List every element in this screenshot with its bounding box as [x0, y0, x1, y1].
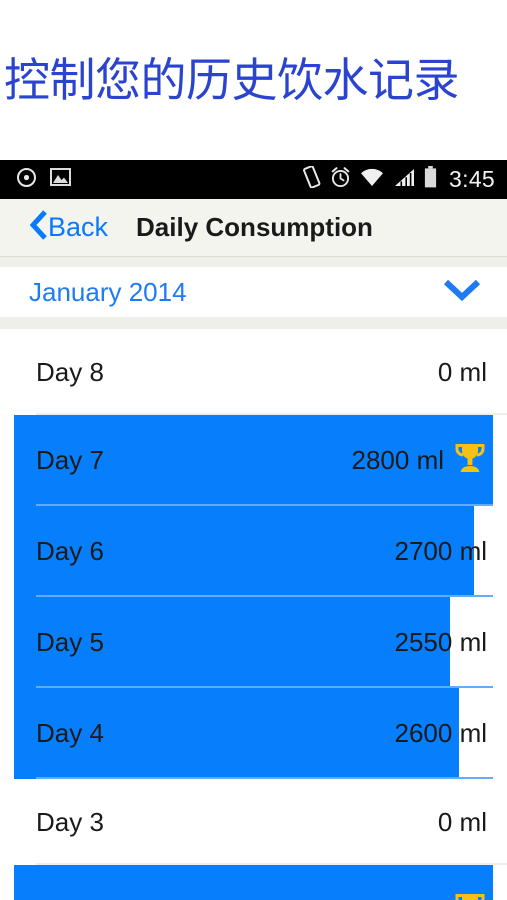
wifi-icon [360, 168, 384, 192]
day-amount: 2700 ml [394, 536, 488, 566]
status-bar: 3:45 [0, 160, 507, 199]
day-amount: 2550 ml [394, 627, 488, 657]
day-label: Day 8 [36, 356, 104, 387]
daily-consumption-list[interactable]: Day 8 0 ml Day 7 2800 ml Day 6 2700 ml Day 5 25… [0, 329, 507, 900]
day-label: Day 5 [36, 627, 104, 657]
day-label: Day 6 [36, 536, 104, 566]
day-row[interactable]: Day 2 2800 ml [0, 865, 507, 900]
month-selector[interactable]: January 2014 [0, 267, 507, 317]
day-amount: 2800 ml [352, 895, 445, 900]
chevron-left-icon [29, 210, 47, 245]
battery-icon [424, 166, 437, 193]
status-bar-clock: 3:45 [449, 166, 495, 192]
day-label: Day 3 [36, 806, 104, 837]
promo-headline-text: 控制您的历史饮水记录 [4, 53, 460, 107]
cellular-signal-icon [393, 168, 415, 192]
trophy-icon [453, 892, 487, 900]
chevron-down-icon[interactable] [443, 279, 481, 306]
vibrate-icon [302, 165, 321, 193]
promo-headline-banner: 控制您的历史饮水记录 [0, 0, 507, 160]
day-row[interactable]: Day 5 2550 ml [0, 597, 507, 688]
day-label: Day 7 [36, 445, 104, 475]
back-button-label: Back [48, 212, 109, 242]
month-selector-label: January 2014 [29, 276, 187, 307]
navigation-bar: Back Daily Consumption [0, 199, 507, 257]
day-label: Day 4 [36, 718, 104, 748]
phone-screenshot: 3:45 Back Daily Consumption January 2014… [0, 160, 507, 900]
day-amount: 0 ml [437, 356, 487, 387]
day-row[interactable]: Day 3 0 ml [0, 779, 507, 865]
photo-icon [50, 168, 71, 191]
day-row[interactable]: Day 7 2800 ml [0, 415, 507, 506]
day-amount: 2600 ml [394, 718, 488, 748]
day-row[interactable]: Day 8 0 ml [0, 329, 507, 415]
day-row[interactable]: Day 4 2600 ml [0, 688, 507, 779]
month-top-divider [0, 257, 507, 267]
record-circle-icon [16, 167, 37, 193]
day-row[interactable]: Day 6 2700 ml [0, 506, 507, 597]
trophy-icon [453, 442, 487, 479]
month-bottom-divider [0, 317, 507, 329]
day-amount: 0 ml [437, 806, 487, 837]
page-title: Daily Consumption [136, 212, 373, 242]
alarm-clock-icon [330, 166, 351, 193]
status-bar-left-icons [16, 167, 71, 193]
back-button[interactable]: Back [29, 210, 109, 245]
day-label: Day 2 [36, 895, 104, 900]
status-bar-right-icons: 3:45 [302, 165, 495, 193]
day-amount: 2800 ml [351, 445, 445, 475]
